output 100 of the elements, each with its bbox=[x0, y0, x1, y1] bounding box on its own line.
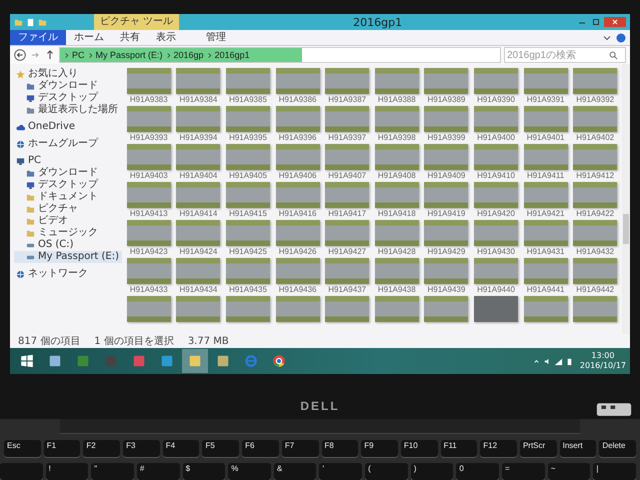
sidebar-item[interactable]: ホームグループ bbox=[14, 138, 122, 150]
photo-placeholder[interactable] bbox=[573, 68, 618, 94]
chevron-right-icon[interactable] bbox=[206, 52, 212, 58]
ribbon-tab[interactable]: 表示 bbox=[148, 30, 184, 45]
breadcrumb[interactable]: PC bbox=[72, 50, 85, 60]
photo-placeholder[interactable] bbox=[474, 258, 518, 284]
photo-placeholder[interactable] bbox=[524, 220, 568, 246]
photo-placeholder[interactable] bbox=[424, 144, 468, 170]
back-icon[interactable] bbox=[14, 49, 26, 61]
breadcrumb[interactable]: 2016gp bbox=[174, 50, 204, 60]
photo-placeholder[interactable] bbox=[325, 144, 370, 170]
keyboard-key[interactable]: F4 bbox=[162, 440, 200, 457]
chevron-right-icon[interactable] bbox=[64, 52, 69, 58]
photo-placeholder[interactable] bbox=[474, 106, 518, 132]
photo-placeholder[interactable] bbox=[276, 258, 320, 284]
photo-placeholder[interactable] bbox=[176, 182, 220, 208]
photo-placeholder[interactable] bbox=[524, 106, 568, 132]
keyboard-key[interactable]: $ bbox=[182, 463, 226, 480]
battery-icon[interactable] bbox=[564, 356, 574, 366]
photo-placeholder[interactable] bbox=[573, 220, 618, 246]
photo-placeholder[interactable] bbox=[226, 220, 270, 246]
keyboard-key[interactable]: ) bbox=[410, 463, 454, 480]
photo-placeholder[interactable] bbox=[524, 182, 568, 208]
scrollbar[interactable] bbox=[622, 64, 630, 334]
photo-placeholder[interactable] bbox=[524, 68, 568, 94]
sidebar-item[interactable]: ピクチャ bbox=[14, 203, 122, 215]
photo-placeholder[interactable] bbox=[176, 258, 220, 284]
sidebar-item[interactable]: ビデオ bbox=[14, 215, 122, 227]
sidebar-item[interactable]: ドキュメント bbox=[14, 191, 122, 203]
photo-placeholder[interactable] bbox=[374, 296, 419, 322]
photo-placeholder[interactable] bbox=[524, 296, 568, 322]
photo-placeholder[interactable] bbox=[374, 68, 419, 94]
keyboard-key[interactable]: Delete bbox=[599, 440, 636, 457]
photo-placeholder[interactable] bbox=[226, 258, 270, 284]
help-icon[interactable] bbox=[616, 32, 626, 42]
photo-placeholder[interactable] bbox=[474, 182, 518, 208]
photo-placeholder[interactable] bbox=[374, 106, 419, 132]
keyboard-key[interactable]: F6 bbox=[242, 440, 279, 457]
keyboard-key[interactable]: ' bbox=[319, 463, 362, 480]
keyboard-key[interactable]: F2 bbox=[83, 440, 120, 457]
sidebar-item[interactable]: ダウンロード bbox=[14, 167, 122, 179]
photo-placeholder[interactable] bbox=[325, 68, 370, 94]
photo-placeholder[interactable] bbox=[374, 220, 419, 246]
keyboard-key[interactable]: = bbox=[502, 463, 545, 480]
keyboard-key[interactable]: Insert bbox=[560, 440, 596, 457]
photo-placeholder[interactable] bbox=[226, 296, 270, 322]
photo-placeholder[interactable] bbox=[374, 144, 419, 170]
photo-placeholder[interactable] bbox=[424, 296, 468, 322]
photo-placeholder[interactable] bbox=[176, 144, 220, 170]
ribbon-tab[interactable]: ホーム bbox=[66, 30, 112, 45]
sidebar-item[interactable]: OneDrive bbox=[14, 121, 122, 133]
photo-placeholder[interactable] bbox=[573, 144, 618, 170]
photo-placeholder[interactable] bbox=[226, 182, 270, 208]
chevron-right-icon[interactable] bbox=[166, 52, 171, 58]
sidebar-item[interactable]: デスクトップ bbox=[14, 179, 122, 191]
photo-placeholder[interactable] bbox=[276, 182, 320, 208]
photo-placeholder[interactable] bbox=[424, 106, 468, 132]
breadcrumb[interactable]: My Passport (E:) bbox=[96, 50, 163, 60]
photo-placeholder[interactable] bbox=[126, 258, 171, 284]
sidebar-item[interactable]: ダウンロード bbox=[14, 80, 122, 92]
close-icon[interactable] bbox=[604, 17, 626, 27]
photo-placeholder[interactable] bbox=[325, 106, 370, 132]
ribbon-tab[interactable]: 管理 bbox=[198, 30, 234, 45]
clock[interactable]: 13:00 2016/10/17 bbox=[576, 351, 626, 371]
photo-placeholder[interactable] bbox=[474, 68, 518, 94]
sidebar-item[interactable]: OS (C:) bbox=[14, 239, 122, 251]
photo-placeholder[interactable] bbox=[325, 258, 370, 284]
photo-placeholder[interactable] bbox=[226, 106, 270, 132]
photo-placeholder[interactable] bbox=[474, 296, 518, 322]
photo-placeholder[interactable] bbox=[276, 106, 320, 132]
keyboard-key[interactable] bbox=[0, 463, 43, 480]
photo-placeholder[interactable] bbox=[524, 258, 568, 284]
keyboard-key[interactable]: F10 bbox=[400, 440, 438, 457]
chevron-right-icon[interactable] bbox=[88, 52, 93, 58]
keyboard-key[interactable]: Esc bbox=[4, 440, 41, 457]
photo-placeholder[interactable] bbox=[325, 296, 370, 322]
address-field[interactable]: PC My Passport (E:) 2016gp 2016gp1 bbox=[59, 47, 501, 63]
keyboard-key[interactable]: % bbox=[228, 463, 271, 480]
photo-placeholder[interactable] bbox=[325, 182, 370, 208]
keyboard-key[interactable]: F1 bbox=[44, 440, 80, 457]
keyboard-key[interactable]: # bbox=[136, 463, 180, 480]
sidebar-item[interactable]: 最近表示した場所 bbox=[14, 104, 122, 116]
sidebar-item[interactable]: My Passport (E:) bbox=[14, 251, 122, 263]
photo-placeholder[interactable] bbox=[276, 68, 320, 94]
keyboard-key[interactable]: F11 bbox=[440, 440, 478, 457]
photo-placeholder[interactable] bbox=[176, 296, 220, 322]
photo-placeholder[interactable] bbox=[424, 258, 468, 284]
keyboard-key[interactable]: | bbox=[593, 463, 636, 480]
keyboard-key[interactable]: ( bbox=[365, 463, 408, 480]
maximize-icon[interactable] bbox=[590, 17, 602, 27]
photo-placeholder[interactable] bbox=[474, 220, 518, 246]
sidebar-item[interactable]: デスクトップ bbox=[14, 92, 122, 104]
photo-placeholder[interactable] bbox=[573, 296, 618, 322]
photo-placeholder[interactable] bbox=[573, 182, 618, 208]
photo-placeholder[interactable] bbox=[276, 296, 320, 322]
photo-placeholder[interactable] bbox=[276, 144, 320, 170]
ribbon-tab[interactable]: 共有 bbox=[112, 30, 148, 45]
photo-placeholder[interactable] bbox=[126, 144, 171, 170]
photo-placeholder[interactable] bbox=[573, 106, 618, 132]
sidebar-item[interactable]: お気に入り bbox=[14, 68, 122, 80]
